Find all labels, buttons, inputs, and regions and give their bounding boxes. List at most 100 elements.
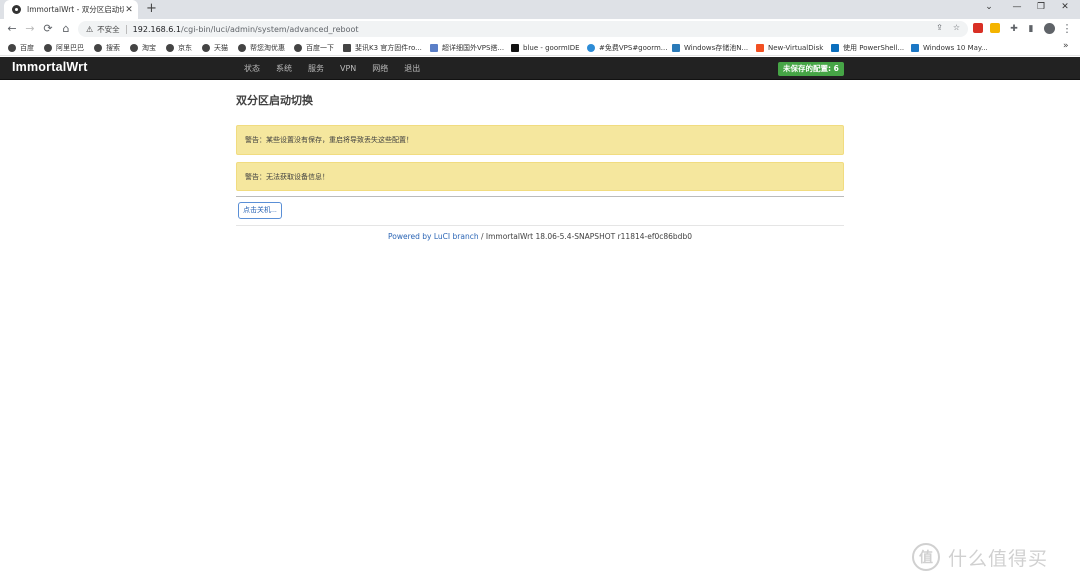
warning-alert-unsaved: 警告：某些设置没有保存，重启将导致丢失这些配置！ — [236, 125, 844, 155]
browser-tab-strip: ImmortalWrt - 双分区启动切换 ✕ + ⌄ — ❐ ✕ — [0, 0, 1080, 19]
menu-item-logout[interactable]: 退出 — [396, 57, 428, 80]
menu-item-status[interactable]: 状态 — [236, 57, 268, 80]
main-menu: 状态 系统 服务 VPN 网络 退出 — [236, 57, 428, 80]
extension-adblock-icon[interactable] — [973, 23, 983, 33]
bookmark-label: #免费VPS#goorm... — [599, 43, 668, 52]
bookmark-label: 京东 — [178, 43, 192, 52]
globe-icon — [238, 43, 246, 52]
bookmark-label: blue - goormIDE — [523, 43, 580, 52]
blog-icon — [672, 43, 680, 52]
url-text[interactable]: 192.168.6.1/cgi-bin/luci/admin/system/ad… — [133, 25, 359, 34]
menu-item-vpn[interactable]: VPN — [332, 57, 364, 80]
version-text: / ImmortalWrt 18.06-5.4-SNAPSHOT r11814-… — [478, 232, 692, 241]
back-button[interactable]: ← — [5, 22, 19, 36]
bookmark-label: 天猫 — [214, 43, 228, 52]
bookmark-item[interactable]: 帮您淘优惠 — [238, 42, 285, 53]
windows-icon — [911, 43, 919, 52]
window-close-button[interactable]: ✕ — [1058, 2, 1072, 12]
globe-icon — [294, 43, 302, 52]
router-site-icon — [343, 43, 351, 52]
bookmark-item[interactable]: 百度 — [8, 42, 34, 53]
reload-button[interactable]: ⟳ — [41, 22, 55, 36]
bookmark-item[interactable]: 阿里巴巴 — [44, 42, 84, 53]
side-panel-icon[interactable]: ▮ — [1024, 22, 1038, 36]
new-tab-button[interactable]: + — [146, 2, 157, 16]
tab-close-icon[interactable]: ✕ — [124, 5, 134, 15]
bookmark-item[interactable]: New-VirtualDisk — [756, 42, 823, 53]
luci-link[interactable]: Powered by LuCI branch — [388, 232, 479, 241]
bookmark-item[interactable]: Windows存储池N... — [672, 42, 748, 53]
globe-icon — [202, 43, 210, 52]
security-status[interactable]: 不安全 — [97, 24, 120, 35]
bookmarks-bar: 百度 阿里巴巴 搜索 淘宝 京东 天猫 帮您淘优惠 百度一下 斐讯K3 官方固件… — [0, 39, 1080, 56]
poweroff-button[interactable]: 点击关机... — [238, 202, 282, 219]
bookmark-label: New-VirtualDisk — [768, 43, 824, 52]
document-icon — [430, 43, 438, 52]
bookmark-item[interactable]: 百度一下 — [294, 42, 334, 53]
bookmark-item[interactable]: 使用 PowerShell... — [831, 42, 904, 53]
omnibox-actions: ⇪ ☆ — [936, 23, 960, 32]
tab-search-dropdown-icon[interactable]: ⌄ — [982, 2, 996, 12]
watermark-text: 什么值得买 — [948, 547, 1049, 570]
bookmark-item[interactable]: 搜索 — [94, 42, 120, 53]
bookmark-label: 百度 — [20, 43, 34, 52]
azure-icon — [831, 43, 839, 52]
address-bar[interactable]: ⚠ 不安全 192.168.6.1/cgi-bin/luci/admin/sys… — [78, 21, 968, 37]
warning-icon[interactable]: ⚠ — [86, 25, 93, 34]
bookmark-label: Windows 10 May... — [923, 43, 988, 52]
bookmark-label: 阿里巴巴 — [56, 43, 84, 52]
bookmark-item[interactable]: 斐讯K3 官方固件ro... — [343, 42, 422, 53]
home-button[interactable]: ⌂ — [59, 22, 73, 36]
microsoft-icon — [756, 43, 764, 52]
globe-icon — [8, 43, 16, 52]
url-path: /cgi-bin/luci/admin/system/advanced_rebo… — [181, 24, 359, 34]
extensions-puzzle-icon[interactable]: ✚ — [1007, 22, 1021, 36]
bookmark-item[interactable]: 京东 — [166, 42, 192, 53]
bookmark-item[interactable]: blue - goormIDE — [511, 42, 580, 53]
browser-menu-icon[interactable]: ⋮ — [1060, 22, 1074, 36]
bookmark-item[interactable]: 超详细国外VPS搭... — [430, 42, 504, 53]
menu-item-network[interactable]: 网络 — [364, 57, 396, 80]
globe-icon — [94, 43, 102, 52]
bookmark-item[interactable]: 淘宝 — [130, 42, 156, 53]
watermark: 值 什么值得买 — [912, 543, 1048, 571]
bookmark-label: 斐讯K3 官方固件ro... — [355, 43, 422, 52]
url-host: 192.168.6.1 — [132, 24, 182, 34]
tab-title: ImmortalWrt - 双分区启动切换 — [27, 5, 124, 14]
watermark-logo-icon: 值 — [912, 543, 940, 571]
bookmark-label: 使用 PowerShell... — [843, 43, 905, 52]
browser-toolbar: ← → ⟳ ⌂ ⚠ 不安全 192.168.6.1/cgi-bin/luci/a… — [0, 19, 1080, 39]
omnibox-separator — [125, 24, 127, 34]
bookmark-item[interactable]: 天猫 — [202, 42, 228, 53]
bookmark-label: 搜索 — [106, 43, 120, 52]
bookmark-label: 百度一下 — [306, 43, 334, 52]
menu-item-services[interactable]: 服务 — [300, 57, 332, 80]
bookmark-label: Windows存储池N... — [684, 43, 749, 52]
globe-icon — [44, 43, 52, 52]
bookmarks-overflow-icon[interactable]: » — [1063, 41, 1069, 51]
bookmark-item[interactable]: Windows 10 May... — [911, 42, 988, 53]
profile-avatar-icon[interactable] — [1044, 23, 1055, 34]
warning-alert-device-info: 警告：无法获取设备信息！ — [236, 162, 844, 191]
brand-logo[interactable]: ImmortalWrt — [12, 60, 88, 74]
bookmark-label: 超详细国外VPS搭... — [442, 43, 505, 52]
browser-tab[interactable]: ImmortalWrt - 双分区启动切换 ✕ — [4, 0, 138, 19]
restore-button[interactable]: ❐ — [1034, 2, 1048, 12]
footer-divider — [236, 225, 844, 226]
page-title: 双分区启动切换 — [236, 94, 313, 107]
luci-header: ImmortalWrt 状态 系统 服务 VPN 网络 退出 未保存的配置: 6 — [0, 57, 1080, 80]
forward-button[interactable]: → — [23, 22, 37, 36]
bookmark-star-icon[interactable]: ☆ — [953, 23, 960, 32]
forum-icon — [587, 43, 595, 52]
globe-icon — [166, 43, 174, 52]
bookmark-label: 淘宝 — [142, 43, 156, 52]
unsaved-changes-badge[interactable]: 未保存的配置: 6 — [778, 62, 844, 76]
menu-item-system[interactable]: 系统 — [268, 57, 300, 80]
minimize-button[interactable]: — — [1010, 2, 1024, 12]
section-divider — [236, 196, 844, 197]
extension-helper-icon[interactable] — [990, 23, 1000, 33]
bookmark-item[interactable]: #免费VPS#goorm... — [587, 42, 667, 53]
bookmark-label: 帮您淘优惠 — [250, 43, 285, 52]
terminal-icon — [511, 43, 519, 52]
share-icon[interactable]: ⇪ — [936, 23, 943, 32]
